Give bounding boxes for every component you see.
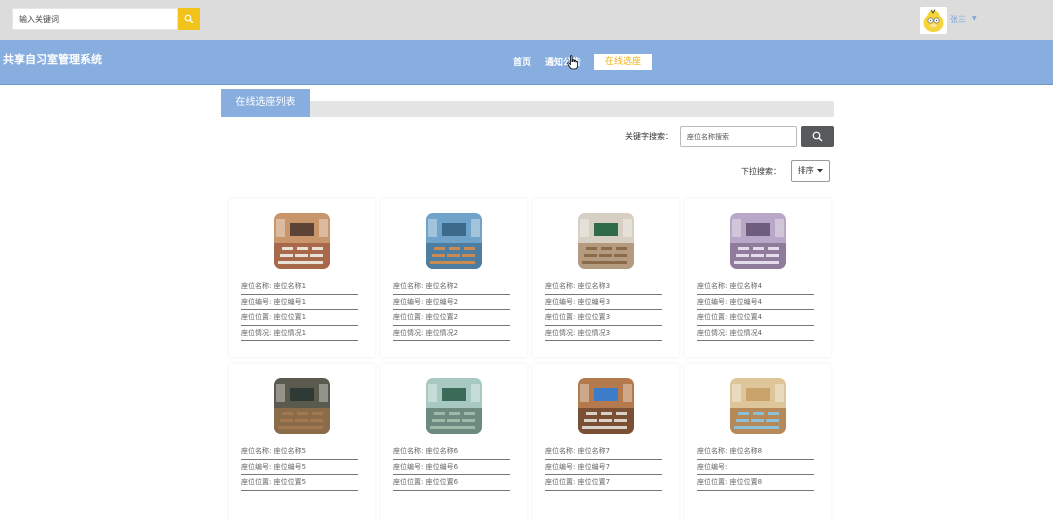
seat-name-search-input[interactable] [680,126,797,147]
seat-name: 座位名称: 座位名称1 [241,279,358,295]
seat-card[interactable]: 座位名称: 座位名称7 座位编号: 座位编号7 座位位置: 座位位置7 [533,364,679,522]
seat-name: 座位名称: 座位名称7 [545,444,662,460]
sort-label: 排序 [797,166,814,175]
seat-info-list: 座位名称: 座位名称4 座位编号: 座位编号4 座位位置: 座位位置4 座位情况: 座… [697,279,814,341]
seat-location: 座位位置: 座位位置3 [545,310,662,326]
seat-room-photo[interactable] [578,378,634,434]
seat-name: 座位名称: 座位名称8 [697,444,814,460]
global-search-button[interactable] [178,8,200,30]
seat-number: 座位编号: 座位编号7 [545,460,662,475]
search-icon [812,131,823,142]
seat-room-photo[interactable] [274,213,330,269]
sort-dropdown-button[interactable]: 排序 [791,160,830,182]
keyword-search-label: 关键字搜索： [625,132,673,141]
seat-room-photo[interactable] [730,213,786,269]
global-search-input[interactable] [12,8,178,30]
seat-search-button[interactable] [801,126,834,147]
seat-number: 座位编号: 座位编号2 [393,295,510,310]
chevron-down-icon[interactable]: ▼ [972,15,977,22]
seat-card[interactable]: 座位名称: 座位名称5 座位编号: 座位编号5 座位位置: 座位位置5 [229,364,375,522]
search-icon [184,14,194,24]
seat-info-list: 座位名称: 座位名称7 座位编号: 座位编号7 座位位置: 座位位置7 [545,444,662,491]
seat-info-list: 座位名称: 座位名称2 座位编号: 座位编号2 座位位置: 座位位置2 座位情况: 座… [393,279,510,341]
seat-number: 座位编号: 座位编号4 [697,295,814,310]
seat-location: 座位位置: 座位位置2 [393,310,510,326]
seat-card[interactable]: 座位名称: 座位名称2 座位编号: 座位编号2 座位位置: 座位位置2 座位情况: 座… [381,199,527,357]
global-search [12,8,200,30]
seat-name: 座位名称: 座位名称2 [393,279,510,295]
seat-number: 座位编号: 座位编号5 [241,460,358,475]
site-title: 共享自习室管理系统 [3,53,102,66]
seat-name: 座位名称: 座位名称3 [545,279,662,295]
seat-info-list: 座位名称: 座位名称1 座位编号: 座位编号1 座位位置: 座位位置1 座位情况: 座… [241,279,358,341]
seat-info-list: 座位名称: 座位名称6 座位编号: 座位编号6 座位位置: 座位位置6 [393,444,510,491]
seat-location: 座位位置: 座位位置1 [241,310,358,326]
seat-status: 座位情况: 座位情况3 [545,326,662,341]
seat-card[interactable]: 座位名称: 座位名称1 座位编号: 座位编号1 座位位置: 座位位置1 座位情况: 座… [229,199,375,357]
hand-cursor-icon [567,55,578,70]
duck-avatar-icon [920,7,947,34]
nav-item-home[interactable]: 首页 [513,55,531,68]
seat-card[interactable]: 座位名称: 座位名称8 座位编号: 座位位置: 座位位置8 [685,364,831,522]
seat-room-photo[interactable] [274,378,330,434]
username[interactable]: 张三 [950,14,966,25]
main-navbar: 共享自习室管理系统 首页 通知公告 在线选座 [0,40,1053,85]
seat-location: 座位位置: 座位位置4 [697,310,814,326]
seat-name: 座位名称: 座位名称6 [393,444,510,460]
seat-status: 座位情况: 座位情况1 [241,326,358,341]
seat-card[interactable]: 座位名称: 座位名称6 座位编号: 座位编号6 座位位置: 座位位置6 [381,364,527,522]
seat-number: 座位编号: 座位编号1 [241,295,358,310]
seat-status: 座位情况: 座位情况2 [393,326,510,341]
avatar[interactable] [920,7,947,34]
seat-room-photo[interactable] [426,378,482,434]
section-title: 在线选座列表 [221,89,310,117]
seat-card[interactable]: 座位名称: 座位名称3 座位编号: 座位编号3 座位位置: 座位位置3 座位情况: 座… [533,199,679,357]
top-bar: 张三 ▼ [0,0,1053,40]
seat-location: 座位位置: 座位位置6 [393,475,510,491]
seat-location: 座位位置: 座位位置5 [241,475,358,491]
seat-number: 座位编号: 座位编号3 [545,295,662,310]
caret-down-icon [817,168,824,172]
nav-item-seat-selection[interactable]: 在线选座 [594,54,652,70]
seat-name: 座位名称: 座位名称5 [241,444,358,460]
seat-name: 座位名称: 座位名称4 [697,279,814,295]
seat-card[interactable]: 座位名称: 座位名称4 座位编号: 座位编号4 座位位置: 座位位置4 座位情况: 座… [685,199,831,357]
seat-info-list: 座位名称: 座位名称8 座位编号: 座位位置: 座位位置8 [697,444,814,491]
seat-number: 座位编号: [697,460,814,475]
seat-location: 座位位置: 座位位置7 [545,475,662,491]
dropdown-search-label: 下拉搜索： [741,167,781,176]
seat-room-photo[interactable] [730,378,786,434]
seat-info-list: 座位名称: 座位名称5 座位编号: 座位编号5 座位位置: 座位位置5 [241,444,358,491]
seat-number: 座位编号: 座位编号6 [393,460,510,475]
seat-info-list: 座位名称: 座位名称3 座位编号: 座位编号3 座位位置: 座位位置3 座位情况: 座… [545,279,662,341]
seat-room-photo[interactable] [426,213,482,269]
seat-location: 座位位置: 座位位置8 [697,475,814,491]
section-header-bar [221,101,834,117]
seat-status: 座位情况: 座位情况4 [697,326,814,341]
seat-room-photo[interactable] [578,213,634,269]
